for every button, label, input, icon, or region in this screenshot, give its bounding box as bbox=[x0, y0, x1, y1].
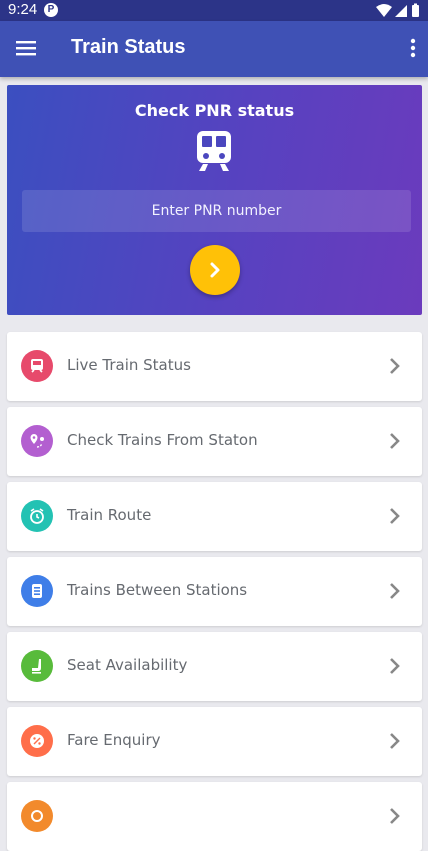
submit-pnr-button[interactable] bbox=[190, 245, 240, 295]
sync-icon: P bbox=[44, 3, 58, 17]
chevron-right-icon bbox=[388, 507, 400, 529]
list-item-train-route[interactable]: Train Route bbox=[7, 482, 422, 551]
percent-icon bbox=[21, 725, 53, 757]
menu-icon[interactable] bbox=[16, 38, 36, 62]
chevron-right-icon bbox=[388, 432, 400, 454]
status-time: 9:24 bbox=[8, 1, 38, 18]
chevron-right-icon bbox=[388, 732, 400, 754]
list-item-trains-between-stations[interactable]: Trains Between Stations bbox=[7, 557, 422, 626]
map-pin-icon bbox=[21, 425, 53, 457]
list-item-check-trains-from-station[interactable]: Check Trains From Staton bbox=[7, 407, 422, 476]
train-icon bbox=[195, 129, 233, 177]
list-item-label: Live Train Status bbox=[67, 356, 191, 374]
list-item-label: Check Trains From Staton bbox=[67, 431, 258, 449]
seat-icon bbox=[21, 650, 53, 682]
list-item-seat-availability[interactable]: Seat Availability bbox=[7, 632, 422, 701]
clock-icon bbox=[21, 500, 53, 532]
signal-icon bbox=[395, 5, 407, 17]
pnr-card-title: Check PNR status bbox=[134, 101, 295, 120]
app-bar: Train Status bbox=[0, 21, 428, 77]
chevron-right-icon bbox=[388, 582, 400, 604]
list-icon bbox=[21, 575, 53, 607]
chevron-right-icon bbox=[388, 657, 400, 679]
pnr-status-card: Check PNR status bbox=[7, 85, 422, 315]
list-item-label: Fare Enquiry bbox=[67, 731, 161, 749]
battery-icon bbox=[412, 5, 419, 17]
list-item-live-train-status[interactable]: Live Train Status bbox=[7, 332, 422, 401]
wifi-icon bbox=[376, 4, 392, 17]
list-item-partial[interactable] bbox=[7, 782, 422, 851]
status-bar: 9:24 P bbox=[0, 0, 428, 21]
list-item-label: Train Route bbox=[67, 506, 152, 524]
list-item-fare-enquiry[interactable]: Fare Enquiry bbox=[7, 707, 422, 776]
chevron-right-icon bbox=[388, 357, 400, 379]
list-item-label: Seat Availability bbox=[67, 656, 188, 674]
chevron-right-icon bbox=[388, 807, 400, 829]
list-item-label: Trains Between Stations bbox=[67, 581, 248, 599]
live-train-icon bbox=[21, 350, 53, 382]
partial-icon bbox=[21, 800, 53, 832]
more-options-icon[interactable] bbox=[410, 38, 416, 62]
system-icons bbox=[374, 3, 422, 22]
page-title: Train Status bbox=[71, 36, 186, 58]
chevron-right-icon bbox=[210, 262, 220, 278]
pnr-input[interactable] bbox=[22, 190, 411, 232]
